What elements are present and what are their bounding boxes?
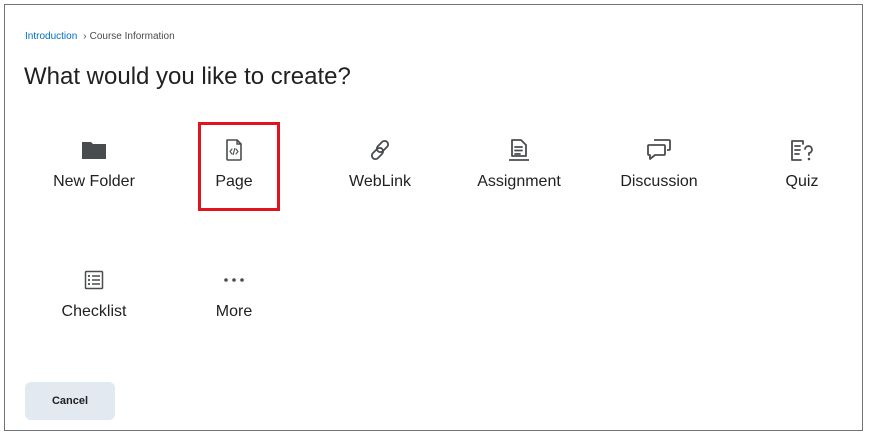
more-dots-icon — [222, 269, 246, 291]
option-label: Discussion — [620, 173, 698, 190]
cancel-button[interactable]: Cancel — [25, 382, 115, 420]
option-label: Quiz — [785, 173, 819, 190]
page-code-icon — [225, 139, 243, 161]
link-icon — [368, 139, 392, 161]
option-label: New Folder — [53, 173, 135, 190]
option-discussion[interactable]: Discussion — [599, 139, 719, 191]
option-label: Checklist — [61, 303, 127, 320]
option-label: Assignment — [477, 173, 561, 190]
breadcrumb: Introduction › Course Information — [25, 31, 175, 42]
option-label: WebLink — [349, 173, 411, 190]
breadcrumb-current: Course Information — [89, 31, 175, 42]
option-assignment[interactable]: Assignment — [459, 139, 579, 191]
folder-icon — [81, 139, 107, 161]
option-quiz[interactable]: Quiz — [742, 139, 862, 191]
create-dialog: Introduction › Course Information What wou… — [4, 4, 863, 431]
quiz-icon — [788, 139, 816, 161]
breadcrumb-separator: › — [83, 31, 87, 42]
option-more[interactable]: More — [174, 269, 294, 321]
option-page[interactable]: Page — [174, 139, 294, 191]
option-checklist[interactable]: Checklist — [34, 269, 154, 321]
checklist-icon — [84, 269, 104, 291]
option-label: More — [215, 303, 253, 320]
option-weblink[interactable]: WebLink — [320, 139, 440, 191]
discussion-icon — [646, 139, 672, 161]
breadcrumb-link-introduction[interactable]: Introduction — [25, 31, 77, 42]
page-title: What would you like to create? — [24, 63, 351, 90]
option-label: Page — [215, 173, 253, 190]
assignment-icon — [508, 139, 530, 161]
option-new-folder[interactable]: New Folder — [34, 139, 154, 191]
